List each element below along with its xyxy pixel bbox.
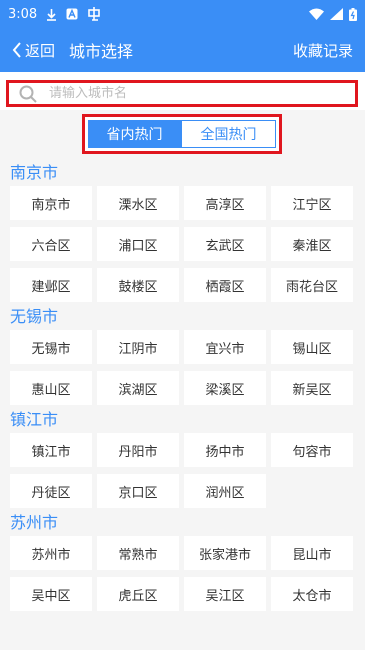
section-title: 无锡市 xyxy=(10,307,59,326)
city-button[interactable]: 栖霞区 xyxy=(184,268,266,302)
city-button[interactable]: 昆山市 xyxy=(271,536,353,570)
hot-city-tabs: 省内热门 全国热门 xyxy=(82,114,282,154)
city-button[interactable]: 秦淮区 xyxy=(271,227,353,261)
city-button[interactable]: 京口区 xyxy=(97,474,179,508)
city-button[interactable]: 锡山区 xyxy=(271,330,353,364)
city-button[interactable]: 南京市 xyxy=(10,186,92,220)
status-bar: 3:08 xyxy=(0,0,365,28)
city-button[interactable]: 雨花台区 xyxy=(271,268,353,302)
city-button[interactable]: 太仓市 xyxy=(271,577,353,611)
section-title: 苏州市 xyxy=(10,513,59,532)
city-button[interactable]: 吴中区 xyxy=(10,577,92,611)
city-button[interactable]: 鼓楼区 xyxy=(97,268,179,302)
bug-icon xyxy=(87,7,101,21)
search-icon xyxy=(19,85,37,103)
city-button[interactable]: 张家港市 xyxy=(184,536,266,570)
search-bar xyxy=(0,72,365,110)
search-box xyxy=(6,80,358,107)
favorites-button[interactable]: 收藏记录 xyxy=(293,40,353,61)
city-button[interactable]: 常熟市 xyxy=(97,536,179,570)
city-grid: 南京市 溧水区 高淳区 江宁区六合区 浦口区 玄武区 秦淮区建邺区 鼓楼区 栖霞区 雨花台区 xyxy=(0,186,365,302)
city-button[interactable]: 虎丘区 xyxy=(97,577,179,611)
download-icon xyxy=(46,8,57,21)
city-button[interactable]: 句容市 xyxy=(271,433,353,467)
city-grid: 镇江市 丹阳市 扬中市 句容市丹徒区 京口区 润州区 xyxy=(0,433,365,508)
back-button[interactable]: 返回 xyxy=(12,40,55,61)
chevron-left-icon xyxy=(12,42,22,58)
battery-icon xyxy=(349,7,357,21)
city-button[interactable]: 镇江市 xyxy=(10,433,92,467)
city-button[interactable]: 建邺区 xyxy=(10,268,92,302)
back-label: 返回 xyxy=(25,41,56,60)
city-button[interactable]: 浦口区 xyxy=(97,227,179,261)
page-title: 城市选择 xyxy=(69,42,134,61)
city-button[interactable]: 宜兴市 xyxy=(184,330,266,364)
status-time: 3:08 xyxy=(8,6,38,22)
city-button[interactable]: 苏州市 xyxy=(10,536,92,570)
city-button[interactable]: 新吴区 xyxy=(271,371,353,405)
city-button[interactable]: 惠山区 xyxy=(10,371,92,405)
city-button[interactable]: 梁溪区 xyxy=(184,371,266,405)
city-button[interactable]: 扬中市 xyxy=(184,433,266,467)
city-button[interactable]: 吴江区 xyxy=(184,577,266,611)
city-button[interactable]: 丹徒区 xyxy=(10,474,92,508)
city-button[interactable]: 无锡市 xyxy=(10,330,92,364)
city-button[interactable]: 六合区 xyxy=(10,227,92,261)
city-button[interactable]: 玄武区 xyxy=(184,227,266,261)
wifi-icon xyxy=(309,8,324,20)
city-button[interactable]: 江阴市 xyxy=(97,330,179,364)
city-button[interactable]: 溧水区 xyxy=(97,186,179,220)
city-button[interactable]: 滨湖区 xyxy=(97,371,179,405)
search-input[interactable] xyxy=(47,85,355,102)
city-button[interactable]: 高淳区 xyxy=(184,186,266,220)
city-button[interactable]: 丹阳市 xyxy=(97,433,179,467)
tab-area: 省内热门 全国热门 xyxy=(0,110,365,158)
tab-province-hot[interactable]: 省内热门 xyxy=(88,120,181,148)
city-grid: 苏州市 常熟市 张家港市 昆山市吴中区 虎丘区 吴江区 太仓市 xyxy=(0,536,365,611)
section-title: 南京市 xyxy=(10,163,59,182)
app-bar: 返回 城市选择 收藏记录 xyxy=(0,28,365,72)
tab-national-hot[interactable]: 全国热门 xyxy=(181,120,276,148)
section-title: 镇江市 xyxy=(10,410,59,429)
city-list: 南京市 南京市 溧水区 高淳区 江宁区 六合区 浦口区 玄武区 秦淮区 建邺区 鼓楼区 栖霞区 雨花台区… xyxy=(0,158,365,611)
city-button[interactable]: 润州区 xyxy=(184,474,266,508)
city-button[interactable]: 江宁区 xyxy=(271,186,353,220)
a-badge-icon xyxy=(66,8,78,20)
city-grid: 无锡市 江阴市 宜兴市 锡山区惠山区 滨湖区 梁溪区 新吴区 xyxy=(0,330,365,405)
signal-icon xyxy=(330,8,343,20)
